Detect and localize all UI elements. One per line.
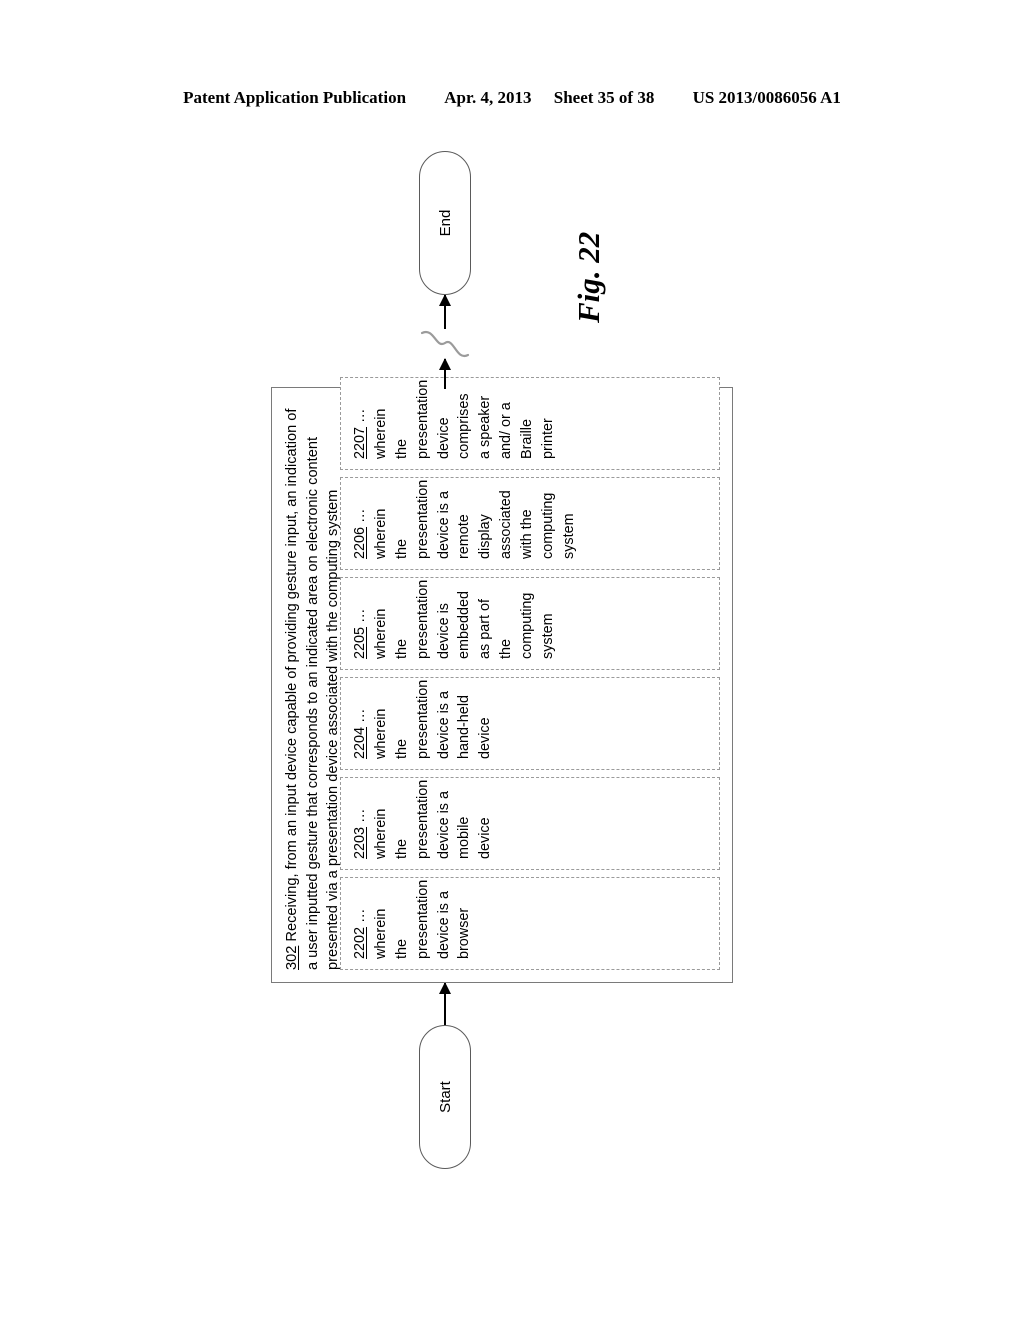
- connector-start-to-step: [439, 982, 451, 1025]
- connector-step-to-break: [439, 358, 451, 389]
- sub-limitation-text: wherein the presentation device is a rem…: [372, 479, 577, 559]
- sub-limitation-box-2206: 2206 … wherein the presentation device i…: [340, 477, 720, 570]
- ellipsis-icon: …: [352, 907, 368, 923]
- flowchart-diagram: Start 302 Receiving, from an input devic…: [271, 151, 753, 1169]
- ellipsis-icon: …: [352, 807, 368, 823]
- start-label: Start: [436, 1081, 454, 1113]
- sub-limitation-text: wherein the presentation device is a mob…: [372, 779, 494, 859]
- sub-limitation-box-2204: 2204 … wherein the presentation device i…: [340, 677, 720, 770]
- sub-limitation-number: 2202: [352, 926, 368, 959]
- sub-limitation-text: wherein the presentation device is a bro…: [372, 879, 473, 959]
- process-step-text: 302 Receiving, from an input device capa…: [282, 398, 344, 970]
- sub-limitation-number: 2204: [352, 726, 368, 759]
- sub-limitation-box-2203: 2203 … wherein the presentation device i…: [340, 777, 720, 870]
- flow-break-icon: [414, 323, 476, 363]
- ellipsis-icon: …: [352, 607, 368, 623]
- flowchart-start-terminal: Start: [419, 1025, 471, 1169]
- process-step-description: Receiving, from an input device capable …: [284, 408, 342, 970]
- end-label: End: [436, 209, 454, 237]
- sub-limitation-number: 2203: [352, 826, 368, 859]
- sub-limitation-text: wherein the presentation device is embed…: [372, 579, 556, 659]
- sub-limitation-number: 2206: [352, 526, 368, 559]
- figure-caption: Fig. 22: [571, 231, 606, 323]
- ellipsis-icon: …: [352, 507, 368, 523]
- ellipsis-icon: …: [352, 407, 368, 423]
- process-step-box: 302 Receiving, from an input device capa…: [271, 377, 733, 983]
- sub-limitation-box-2207: 2207 … wherein the presentation device c…: [340, 377, 720, 470]
- flowchart-end-terminal: End: [419, 151, 471, 295]
- sub-limitation-text: wherein the presentation device comprise…: [372, 379, 556, 459]
- arrowhead-icon: [439, 982, 451, 994]
- sub-limitation-box-2202: 2202 … wherein the presentation device i…: [340, 877, 720, 970]
- sub-limitation-number: 2207: [352, 426, 368, 459]
- sub-limitation-row: 2202 … wherein the presentation device i…: [340, 377, 720, 970]
- sub-limitation-number: 2205: [352, 626, 368, 659]
- sub-limitation-box-2205: 2205 … wherein the presentation device i…: [340, 577, 720, 670]
- figure-stage: Start 302 Receiving, from an input devic…: [0, 0, 1024, 1320]
- sub-limitation-text: wherein the presentation device is a han…: [372, 679, 494, 759]
- ellipsis-icon: …: [352, 707, 368, 723]
- connector-break-to-end: [439, 294, 451, 329]
- arrowhead-icon: [439, 294, 451, 306]
- process-step-number: 302: [284, 945, 300, 970]
